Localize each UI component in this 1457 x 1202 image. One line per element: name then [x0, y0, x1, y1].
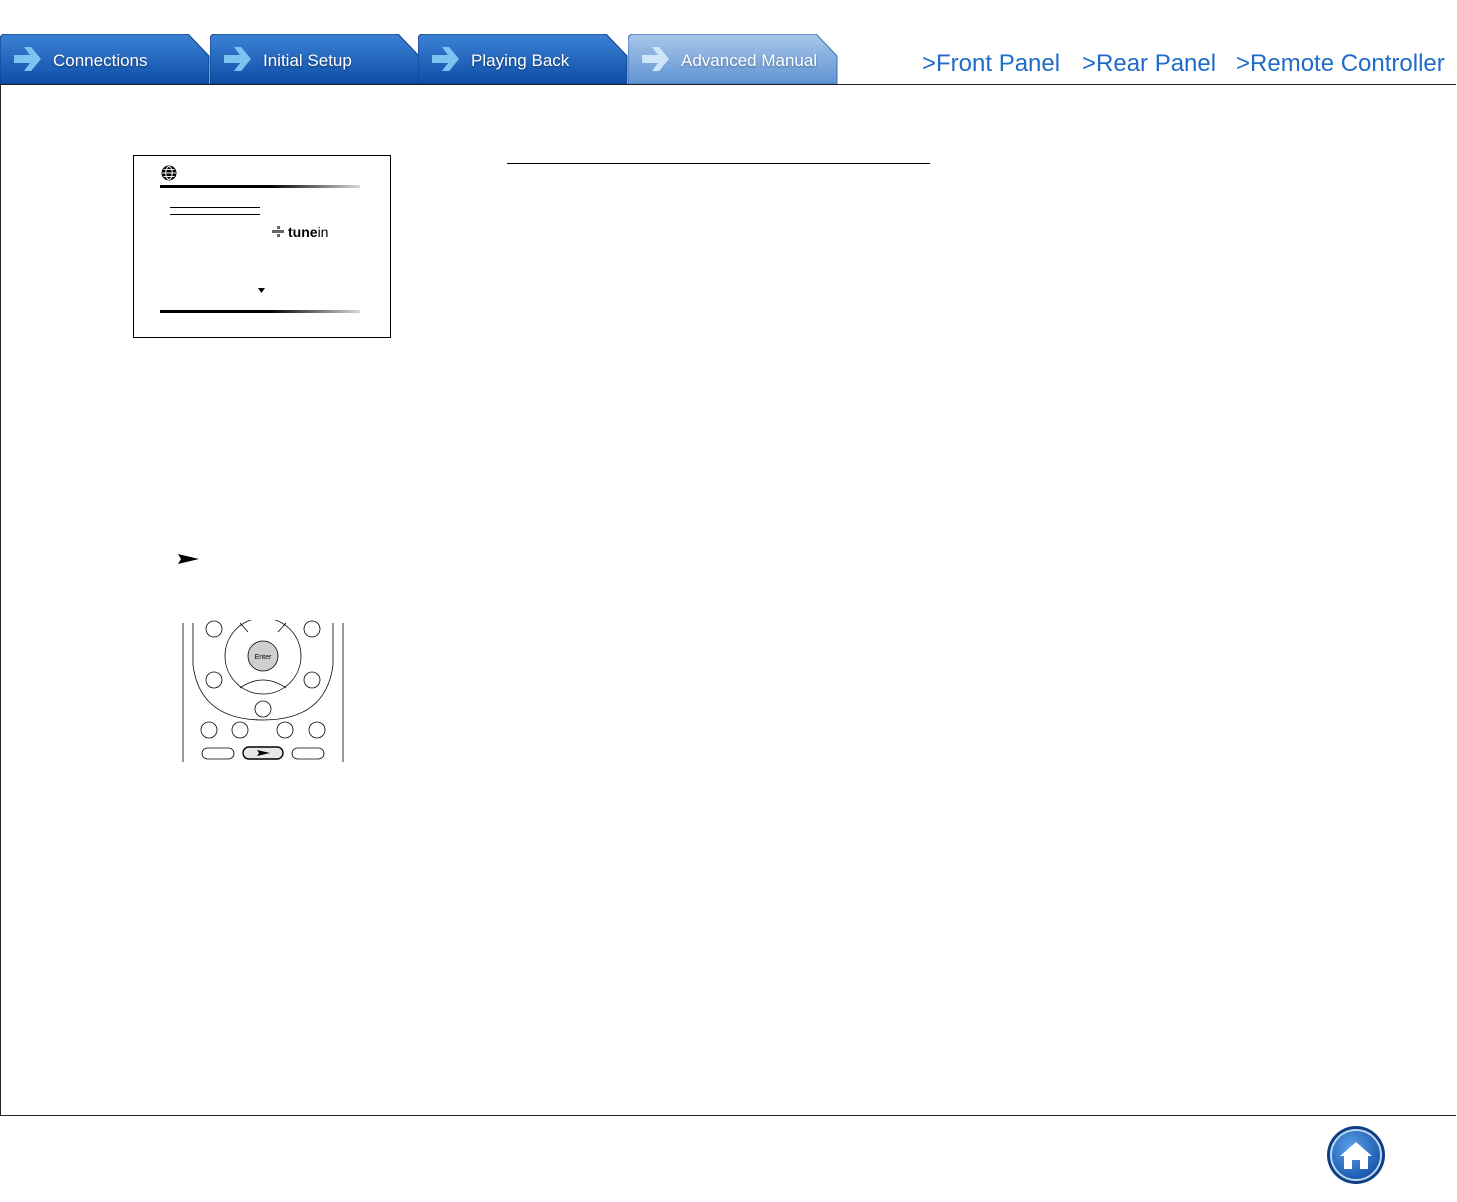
scroll-down-icon: [258, 288, 265, 293]
arrow-right-icon: [224, 47, 251, 71]
tab-advanced-manual[interactable]: Advanced Manual: [628, 34, 838, 84]
play-icon: [178, 554, 199, 564]
remote-controller-link[interactable]: >Remote Controller: [1236, 50, 1445, 78]
tunein-mark-icon: [272, 226, 284, 237]
menu-line: [170, 214, 260, 215]
globe-icon: [161, 165, 177, 181]
tab-label: Initial Setup: [263, 51, 352, 70]
divider-bottom: [160, 310, 360, 313]
tab-label: Advanced Manual: [681, 51, 818, 70]
screen-illustration: tune in: [133, 155, 391, 338]
arrow-right-icon: [432, 47, 459, 71]
tab-connections[interactable]: Connections: [0, 34, 210, 84]
tunein-logo-rest: in: [317, 224, 329, 240]
arrow-right-icon: [14, 47, 41, 71]
home-icon[interactable]: [1326, 1125, 1386, 1185]
rear-panel-link[interactable]: >Rear Panel: [1082, 50, 1216, 78]
section-rule: [507, 163, 930, 164]
menu-line: [170, 207, 260, 208]
arrow-right-icon: [642, 47, 669, 71]
divider-top: [160, 185, 360, 188]
enter-label: Enter: [255, 654, 272, 661]
tab-playing-back[interactable]: Playing Back: [418, 34, 628, 84]
tab-label: Playing Back: [471, 51, 570, 70]
tab-label: Connections: [53, 51, 148, 70]
front-panel-link[interactable]: >Front Panel: [922, 50, 1060, 78]
remote-illustration: Enter: [182, 620, 344, 762]
tunein-logo: tune in: [272, 224, 328, 240]
tunein-logo-bold: tune: [288, 224, 318, 240]
tab-initial-setup[interactable]: Initial Setup: [210, 34, 420, 84]
